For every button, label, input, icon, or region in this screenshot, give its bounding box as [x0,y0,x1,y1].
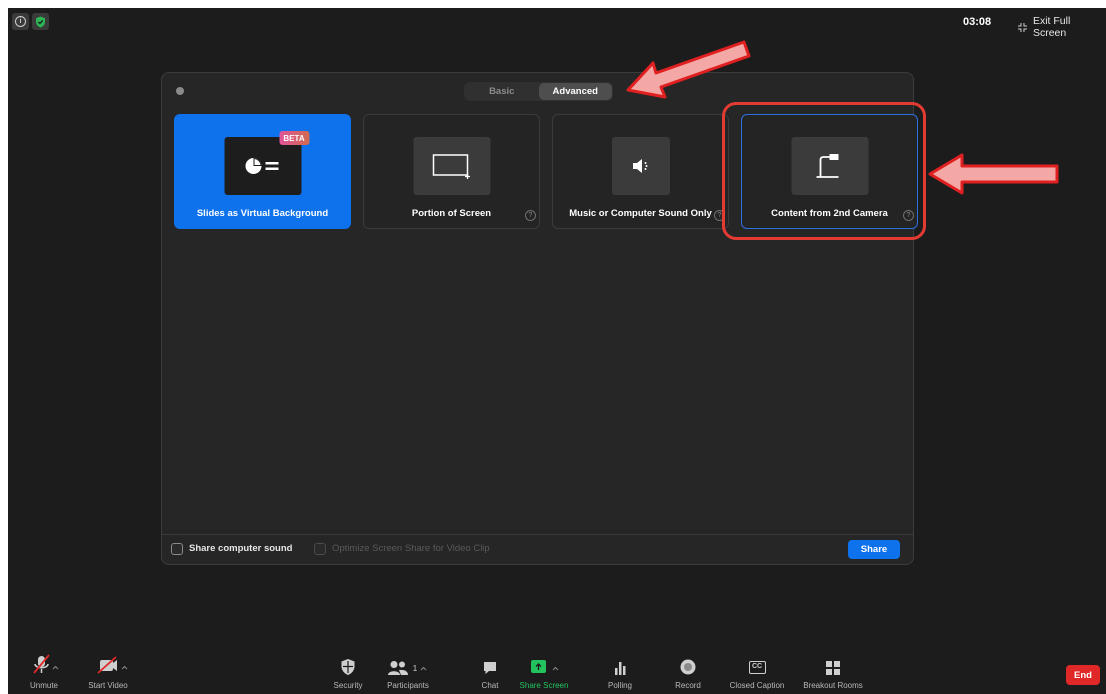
share-tab-switcher: Basic Advanced [464,82,613,101]
security-button[interactable]: Security [328,648,368,694]
record-icon [679,648,697,676]
end-meeting-button[interactable]: End [1066,665,1100,685]
share-button[interactable]: Share [848,540,900,559]
exit-full-screen-label: Exit Full Screen [1032,15,1071,39]
speaker-icon [611,137,670,195]
meeting-toolbar: Unmute Start Video Security 1 Participan… [8,648,1106,694]
card-slides-virtual-background[interactable]: BETA Slides as Virtual Background [174,114,351,229]
share-screen-icon [519,648,569,676]
annotation-highlight-box [722,102,926,240]
card-portion-of-screen[interactable]: Portion of Screen ? [363,114,540,229]
toolbar-label: Closed Caption [729,681,785,690]
toolbar-label: Start Video [88,681,128,690]
participants-icon: 1 [383,648,433,676]
card-label: Slides as Virtual Background [196,208,329,219]
window-close-dot[interactable] [176,87,184,95]
share-screen-button[interactable]: Share Screen [514,648,574,694]
toolbar-label: Share Screen [519,681,569,690]
video-off-icon [88,648,128,676]
beta-badge: BETA [279,131,309,145]
toolbar-label: Breakout Rooms [803,681,863,690]
exit-full-screen-button[interactable]: Exit Full Screen [1018,15,1106,39]
toolbar-label: Record [675,681,701,690]
shield-check-icon [36,16,45,27]
meeting-info-button[interactable]: i [12,13,29,30]
toolbar-label: Chat [481,681,499,690]
chat-icon [482,648,498,676]
exit-fullscreen-icon [1018,22,1027,32]
toolbar-label: Polling [607,681,632,690]
record-button[interactable]: Record [668,648,708,694]
encryption-shield-button[interactable] [32,13,49,30]
card-label: Portion of Screen [411,208,492,219]
shield-icon [340,648,356,676]
meeting-clock: 03:08 [963,16,992,28]
polling-icon [612,648,628,676]
participants-button[interactable]: 1 Participants [378,648,438,694]
tab-advanced[interactable]: Advanced [538,83,612,100]
toolbar-label: Participants [387,681,429,690]
unmute-button[interactable]: Unmute [20,648,68,694]
breakout-rooms-icon [825,648,841,676]
share-computer-sound-checkbox[interactable] [171,543,183,555]
annotation-arrow-tabs [626,40,751,99]
info-icon: i [15,16,26,27]
share-dialog-footer: Share computer sound Optimize Screen Sha… [162,534,913,564]
help-icon[interactable]: ? [525,210,536,221]
card-label: Music or Computer Sound Only [569,208,712,219]
screen-portion-icon [413,137,490,195]
polling-button[interactable]: Polling [600,648,640,694]
meeting-window: i 03:08 Exit Full Screen Basic Advanced … [8,8,1106,694]
chat-button[interactable]: Chat [472,648,508,694]
mic-muted-icon [29,648,59,676]
start-video-button[interactable]: Start Video [78,648,138,694]
optimize-video-clip-label: Optimize Screen Share for Video Clip [332,543,490,554]
tab-basic[interactable]: Basic [465,83,539,100]
pie-slides-icon: BETA [224,131,309,195]
breakout-rooms-button[interactable]: Breakout Rooms [798,648,868,694]
toolbar-label: Unmute [29,681,58,690]
card-music-computer-sound[interactable]: Music or Computer Sound Only ? [552,114,729,229]
annotation-arrow-camera [928,153,1059,195]
cc-icon: CC [748,648,766,676]
share-computer-sound-label[interactable]: Share computer sound [189,543,292,554]
closed-caption-button[interactable]: CC Closed Caption [725,648,789,694]
toolbar-label: Security [333,681,363,690]
optimize-video-clip-checkbox[interactable] [314,543,326,555]
